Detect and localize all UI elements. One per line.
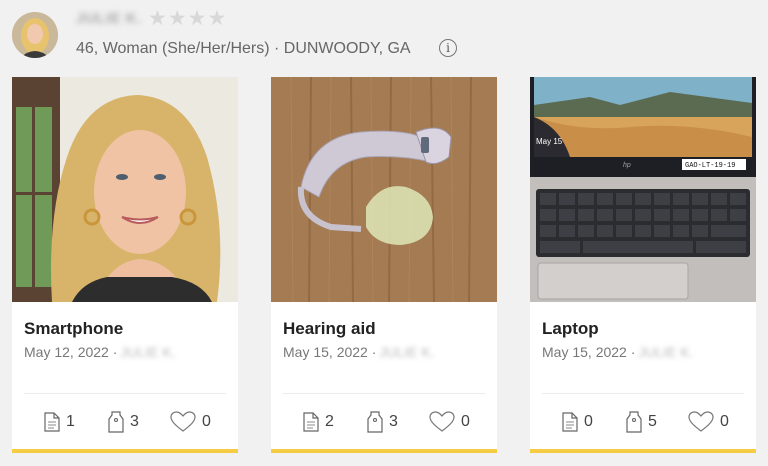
tags-count-value: 3 bbox=[389, 413, 398, 430]
card-divider bbox=[24, 393, 226, 394]
document-icon bbox=[303, 412, 319, 432]
card-author: JULIE K. bbox=[120, 344, 176, 360]
card-title: Smartphone bbox=[24, 319, 124, 338]
likes-count-value: 0 bbox=[461, 413, 470, 430]
card-photo bbox=[12, 77, 238, 302]
card-laptop[interactable]: May 15 hp GAO-LT-19-19 Laptop May 15, 20… bbox=[530, 77, 756, 453]
info-icon[interactable]: i bbox=[439, 39, 457, 57]
document-icon bbox=[44, 412, 60, 432]
tag-icon bbox=[108, 411, 124, 433]
card-date-text: May 15, 2022 · bbox=[283, 344, 377, 360]
card-date-text: May 12, 2022 · bbox=[24, 344, 118, 360]
card-title: Laptop bbox=[542, 319, 599, 338]
profile-meta: 46, Woman (She/Her/Hers) · DUNWOODY, GA bbox=[76, 40, 411, 57]
card-date: May 12, 2022 · JULIE K. bbox=[24, 344, 176, 360]
tags-count[interactable]: 3 bbox=[367, 411, 398, 433]
card-author: JULIE K. bbox=[638, 344, 694, 360]
card-smartphone[interactable]: Smartphone May 12, 2022 · JULIE K. 1 3 0 bbox=[12, 77, 238, 453]
card-photo bbox=[271, 77, 497, 302]
avatar[interactable] bbox=[12, 12, 58, 58]
card-author: JULIE K. bbox=[379, 344, 435, 360]
tags-count-value: 5 bbox=[648, 413, 657, 430]
notes-count[interactable]: 2 bbox=[303, 411, 334, 433]
tag-icon bbox=[626, 411, 642, 433]
notes-count-value: 2 bbox=[325, 413, 334, 430]
svg-text:hp: hp bbox=[623, 162, 631, 169]
tags-count-value: 3 bbox=[130, 413, 139, 430]
avatar-image bbox=[12, 12, 58, 58]
likes-count-value: 0 bbox=[720, 413, 729, 430]
asset-tag-label: GAO-LT-19-19 bbox=[685, 162, 735, 170]
likes-count[interactable]: 0 bbox=[688, 411, 729, 433]
notes-count[interactable]: 1 bbox=[44, 411, 75, 433]
tags-count[interactable]: 5 bbox=[626, 411, 657, 433]
likes-count[interactable]: 0 bbox=[429, 411, 470, 433]
heart-icon bbox=[688, 411, 714, 432]
screen-date: May 15 bbox=[536, 137, 563, 146]
card-date-text: May 15, 2022 · bbox=[542, 344, 636, 360]
notes-count-value: 1 bbox=[66, 413, 75, 430]
document-icon bbox=[562, 412, 578, 432]
likes-count[interactable]: 0 bbox=[170, 411, 211, 433]
card-hearing-aid[interactable]: Hearing aid May 15, 2022 · JULIE K. 2 3 0 bbox=[271, 77, 497, 453]
card-date: May 15, 2022 · JULIE K. bbox=[283, 344, 435, 360]
card-title: Hearing aid bbox=[283, 319, 376, 338]
tags-count[interactable]: 3 bbox=[108, 411, 139, 433]
heart-icon bbox=[429, 411, 455, 432]
notes-count[interactable]: 0 bbox=[562, 411, 593, 433]
card-divider bbox=[542, 393, 744, 394]
likes-count-value: 0 bbox=[202, 413, 211, 430]
card-divider bbox=[283, 393, 485, 394]
card-photo: May 15 hp GAO-LT-19-19 bbox=[530, 77, 756, 302]
tag-icon bbox=[367, 411, 383, 433]
rating-stars: ★★★★ bbox=[148, 7, 228, 30]
notes-count-value: 0 bbox=[584, 413, 593, 430]
profile-name: JULIE K. bbox=[76, 10, 142, 27]
heart-icon bbox=[170, 411, 196, 432]
profile-header: JULIE K. ★★★★ 46, Woman (She/Her/Hers) ·… bbox=[0, 0, 768, 70]
card-date: May 15, 2022 · JULIE K. bbox=[542, 344, 694, 360]
